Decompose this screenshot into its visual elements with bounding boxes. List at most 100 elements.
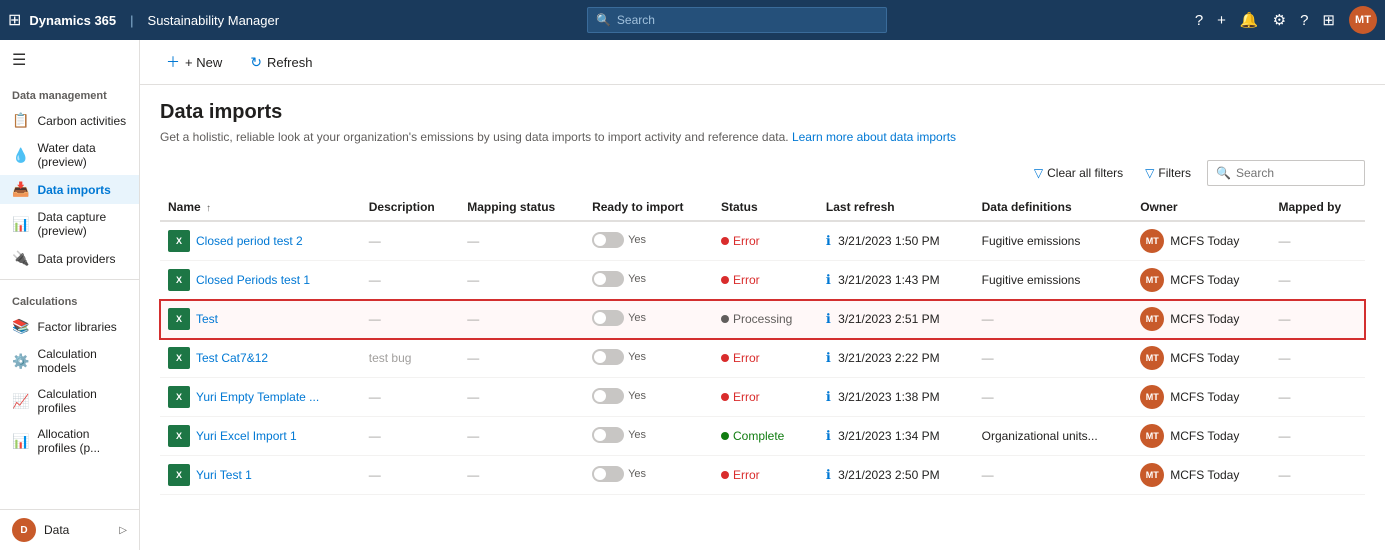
sidebar-item-calculation-profiles[interactable]: 📈 Calculation profiles [0,381,139,421]
toggle-ready[interactable]: Yes [592,271,646,287]
toggle-ready[interactable]: Yes [592,232,646,248]
info-icon[interactable]: ℹ [826,233,831,248]
status-badge: Processing [721,312,792,326]
settings-icon[interactable]: ⚙ [1273,11,1286,29]
refresh-button[interactable]: ↻ Refresh [244,50,318,75]
learn-more-link[interactable]: Learn more about data imports [792,130,956,144]
cell-name: X Yuri Test 1 [160,456,361,495]
row-name-link[interactable]: Yuri Empty Template ... [196,390,319,404]
sidebar-item-calculation-models[interactable]: ⚙️ Calculation models [0,341,139,381]
new-button[interactable]: ＋ + New [160,48,228,76]
status-badge: Error [721,390,760,404]
status-dot [721,432,729,440]
sidebar-item-water-data[interactable]: 💧 Water data (preview) [0,135,139,175]
owner-label: MCFS Today [1170,312,1239,326]
row-name-link[interactable]: Closed Periods test 1 [196,273,310,287]
col-header-mapped[interactable]: Mapped by [1270,194,1365,221]
owner-avatar: MT [1140,385,1164,409]
filters-button[interactable]: ▽ Filters [1139,162,1197,184]
info-icon[interactable]: ℹ [826,389,831,404]
toggle-ready[interactable]: Yes [592,310,646,326]
sidebar-item-allocation-profiles[interactable]: 📊 Allocation profiles (p... [0,421,139,461]
cell-mapped-by: — [1270,378,1365,417]
table-row[interactable]: X Yuri Test 1 — — Yes Error [160,456,1365,495]
xlsx-icon: X [168,269,190,291]
info-icon[interactable]: ℹ [826,428,831,443]
toggle-ready[interactable]: Yes [592,466,646,482]
cell-data-definitions: Organizational units... [974,417,1133,456]
toggle-track [592,349,624,365]
global-search[interactable]: 🔍 [587,7,887,33]
col-header-owner[interactable]: Owner [1132,194,1270,221]
col-header-status[interactable]: Status [713,194,818,221]
user-avatar[interactable]: MT [1349,6,1377,34]
row-name-link[interactable]: Test Cat7&12 [196,351,268,365]
row-name-link[interactable]: Closed period test 2 [196,234,303,248]
cell-description: — [361,417,459,456]
grid-icon[interactable]: ⊞ [8,10,21,30]
hamburger-menu[interactable]: ☰ [0,40,139,80]
toggle-label: Yes [628,273,646,285]
row-name-link[interactable]: Yuri Test 1 [196,468,252,482]
cell-owner: MT MCFS Today [1132,339,1270,378]
col-header-ready[interactable]: Ready to import [584,194,713,221]
sidebar-item-data-imports[interactable]: 📥 Data imports [0,175,139,204]
sidebar-item-carbon-activities[interactable]: 📋 Carbon activities [0,106,139,135]
add-icon[interactable]: + [1217,12,1226,29]
clear-filters-button[interactable]: ▽ Clear all filters [1028,162,1129,184]
toggle-ready[interactable]: Yes [592,349,646,365]
filters-label: Filters [1158,166,1191,180]
toggle-thumb [594,273,606,285]
toggle-thumb [594,312,606,324]
table-search-icon: 🔍 [1216,166,1231,180]
cell-mapped-by: — [1270,261,1365,300]
toggle-thumb [594,429,606,441]
info-icon[interactable]: ℹ [826,272,831,287]
nav-separator: | [130,13,133,28]
cell-data-definitions: Fugitive emissions [974,221,1133,261]
toggle-track [592,232,624,248]
col-header-refresh[interactable]: Last refresh [818,194,974,221]
sidebar-bottom[interactable]: D Data ▷ [0,509,139,550]
sidebar-item-data-providers[interactable]: 🔌 Data providers [0,244,139,273]
row-name-link[interactable]: Yuri Excel Import 1 [196,429,297,443]
toggle-label: Yes [628,429,646,441]
table-search-input[interactable] [1236,166,1356,180]
help-icon[interactable]: ? [1195,12,1203,29]
cell-mapping: — [459,221,584,261]
toggle-ready[interactable]: Yes [592,388,646,404]
layout-icon[interactable]: ⊞ [1322,11,1335,29]
question-icon[interactable]: ? [1300,12,1308,29]
table-row[interactable]: X Yuri Empty Template ... — — Yes Error [160,378,1365,417]
col-header-name[interactable]: Name ↑ [160,194,361,221]
table-row[interactable]: X Yuri Excel Import 1 — — Yes Complete [160,417,1365,456]
filter-icon: ▽ [1145,166,1154,180]
table-row[interactable]: X Test Cat7&12 test bug — Yes Error [160,339,1365,378]
toggle-ready[interactable]: Yes [592,427,646,443]
table-row[interactable]: X Closed Periods test 1 — — Yes Error [160,261,1365,300]
sidebar-item-factor-libraries[interactable]: 📚 Factor libraries [0,312,139,341]
cell-last-refresh: ℹ 3/21/2023 1:38 PM [818,378,974,417]
search-input[interactable] [617,13,878,27]
notification-icon[interactable]: 🔔 [1240,11,1259,29]
status-badge: Error [721,234,760,248]
info-icon[interactable]: ℹ [826,350,831,365]
info-icon[interactable]: ℹ [826,311,831,326]
table-search[interactable]: 🔍 [1207,160,1365,186]
col-header-mapping[interactable]: Mapping status [459,194,584,221]
table-row[interactable]: X Test — — Yes Processing ℹ [160,300,1365,339]
cell-data-definitions: Fugitive emissions [974,261,1133,300]
sidebar: ☰ Data management 📋 Carbon activities 💧 … [0,40,140,550]
table-header-row: Name ↑ Description Mapping status Ready … [160,194,1365,221]
cell-mapped-by: — [1270,456,1365,495]
row-name-link[interactable]: Test [196,312,218,326]
cell-data-definitions: — [974,378,1133,417]
section-label-calculations: Calculations [0,286,139,312]
sidebar-item-data-capture[interactable]: 📊 Data capture (preview) [0,204,139,244]
col-header-description[interactable]: Description [361,194,459,221]
page-content: Data imports Get a holistic, reliable lo… [140,85,1385,550]
col-header-definitions[interactable]: Data definitions [974,194,1133,221]
info-icon[interactable]: ℹ [826,467,831,482]
table-row[interactable]: X Closed period test 2 — — Yes Error [160,221,1365,261]
sidebar-bottom-label: Data [44,523,69,537]
